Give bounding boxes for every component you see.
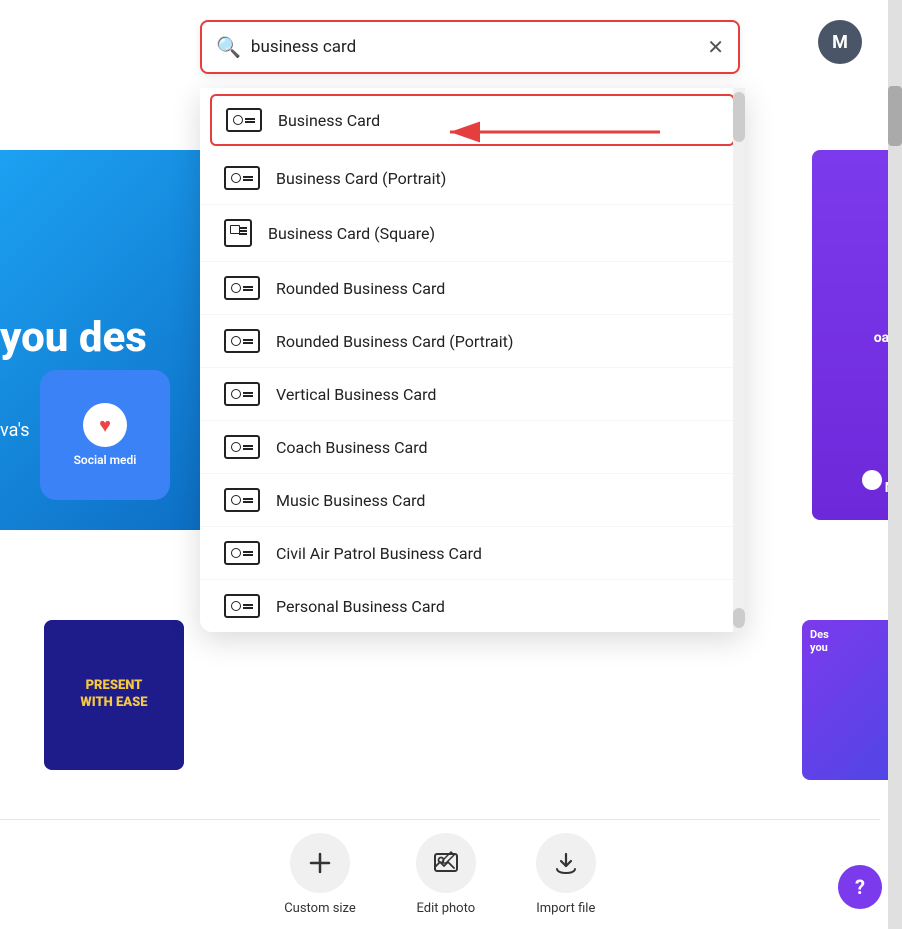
personal-business-card-icon	[224, 594, 260, 618]
dropdown-item-label-square: Business Card (Square)	[268, 224, 435, 243]
bottom-toolbar: Custom size Edit photo Import file	[0, 819, 880, 929]
rounded-business-card-portrait-icon	[224, 329, 260, 353]
coach-business-card-icon	[224, 435, 260, 459]
import-file-button[interactable]: Import file	[536, 833, 596, 916]
search-clear-button[interactable]: ✕	[707, 35, 724, 59]
dropdown-item-rounded-business-card[interactable]: Rounded Business Card	[200, 262, 745, 315]
edit-photo-button[interactable]: Edit photo	[416, 833, 476, 916]
dropdown-item-business-card-portrait[interactable]: Business Card (Portrait)	[200, 152, 745, 205]
import-file-label: Import file	[536, 901, 595, 916]
scrollbar-thumb[interactable]	[888, 86, 902, 146]
social-media-card: ♥ Social medi	[40, 370, 170, 500]
dropdown-item-coach-business-card[interactable]: Coach Business Card	[200, 421, 745, 474]
dropdown-item-label-music: Music Business Card	[276, 491, 425, 510]
rounded-business-card-icon	[224, 276, 260, 300]
help-button[interactable]: ?	[838, 865, 882, 909]
banner-subtext: va's	[0, 420, 30, 441]
dropdown-scrollbar[interactable]	[733, 88, 745, 632]
dropdown-item-vertical-business-card[interactable]: Vertical Business Card	[200, 368, 745, 421]
dropdown-scroll-thumb-bottom[interactable]	[733, 608, 745, 628]
custom-size-button[interactable]: Custom size	[284, 833, 356, 916]
dropdown-item-label-vertical: Vertical Business Card	[276, 385, 436, 404]
vertical-business-card-icon	[224, 382, 260, 406]
help-button-label: ?	[855, 875, 865, 899]
dropdown-item-rounded-business-card-portrait[interactable]: Rounded Business Card (Portrait)	[200, 315, 745, 368]
search-input[interactable]: business card	[251, 37, 707, 57]
music-business-card-icon	[224, 488, 260, 512]
social-media-label: Social medi	[74, 453, 137, 467]
custom-size-icon	[290, 833, 350, 893]
edit-photo-icon	[416, 833, 476, 893]
present-text: PRESENTWITH EASE	[80, 678, 147, 712]
civil-air-patrol-business-card-icon	[224, 541, 260, 565]
dropdown-item-business-card-square[interactable]: Business Card (Square)	[200, 205, 745, 262]
business-card-portrait-icon	[224, 166, 260, 190]
red-arrow	[440, 112, 660, 156]
dropdown-item-label-rounded-portrait: Rounded Business Card (Portrait)	[276, 332, 513, 351]
search-dropdown: Business Card Business Card (Portrait) B…	[200, 88, 745, 632]
avatar-initial: M	[832, 32, 848, 53]
business-card-square-icon	[224, 219, 252, 247]
dropdown-item-label-civil-air: Civil Air Patrol Business Card	[276, 544, 482, 563]
import-file-icon	[536, 833, 596, 893]
business-card-icon	[226, 108, 262, 132]
dropdown-item-label-coach: Coach Business Card	[276, 438, 428, 457]
dropdown-item-civil-air-patrol-business-card[interactable]: Civil Air Patrol Business Card	[200, 527, 745, 580]
avatar[interactable]: M	[818, 20, 862, 64]
purple-card-text: Desyou	[810, 628, 894, 654]
dropdown-item-label-portrait: Business Card (Portrait)	[276, 169, 446, 188]
present-card: PRESENTWITH EASE	[44, 620, 184, 770]
dropdown-item-personal-business-card[interactable]: Personal Business Card	[200, 580, 745, 632]
custom-size-label: Custom size	[284, 901, 356, 916]
dropdown-item-label-personal: Personal Business Card	[276, 597, 445, 616]
dropdown-item-music-business-card[interactable]: Music Business Card	[200, 474, 745, 527]
banner-text: you des	[0, 315, 147, 361]
search-bar[interactable]: 🔍 business card ✕	[200, 20, 740, 74]
search-icon: 🔍	[216, 35, 241, 59]
dropdown-scroll-thumb-top[interactable]	[733, 92, 745, 142]
dropdown-item-label-business-card: Business Card	[278, 111, 380, 130]
dropdown-item-label-rounded: Rounded Business Card	[276, 279, 445, 298]
edit-photo-label: Edit photo	[416, 901, 475, 916]
purple-dot	[862, 470, 882, 490]
scrollbar[interactable]	[888, 0, 902, 929]
purple-bottom-card: Desyou	[802, 620, 902, 780]
heart-icon: ♥	[83, 403, 127, 447]
